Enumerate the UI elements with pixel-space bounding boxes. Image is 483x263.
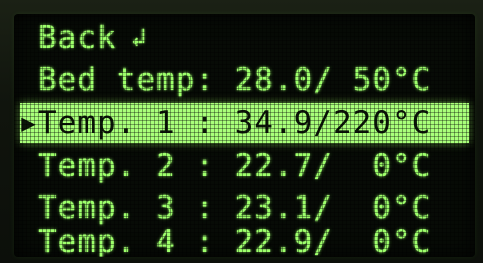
menu-item-temp-2[interactable]: Temp. 2 : 22.7/ 0 °C <box>20 146 469 186</box>
return-arrow-icon: ↲ <box>130 23 148 53</box>
item-label: Temp. 4 <box>38 224 196 257</box>
item-label: Temp. 2 <box>38 148 196 184</box>
target-temp: 50 <box>332 62 392 98</box>
current-temp: 28.0 <box>234 62 314 98</box>
item-separator: : <box>195 224 235 257</box>
temp-unit: °C <box>391 190 432 226</box>
temp-unit: °C <box>391 105 432 141</box>
target-temp: 220 <box>332 105 392 141</box>
temp-unit: °C <box>391 148 432 184</box>
item-label: Temp. 3 <box>38 190 196 226</box>
current-temp: 34.9 <box>234 105 314 141</box>
menu-item-temp-4[interactable]: Temp. 4 : 22.9/ 0 °C <box>20 222 469 257</box>
temp-unit: °C <box>391 224 432 257</box>
slash: / <box>313 62 333 98</box>
item-separator: : <box>195 62 235 98</box>
target-temp: 0 <box>332 148 392 184</box>
temp-unit: °C <box>391 62 432 98</box>
target-temp: 0 <box>332 224 392 257</box>
selection-cursor-icon: ▶ <box>21 109 37 137</box>
menu-item-back[interactable]: Back ↲ <box>20 18 469 58</box>
slash: / <box>313 224 333 257</box>
slash: / <box>313 190 333 226</box>
lcd-screen: Back ↲ Bed temp: 28.0/ 50 °C ▶ Temp. 1 : … <box>14 14 475 257</box>
item-label: Temp. 1 <box>38 105 196 141</box>
current-temp: 23.1 <box>234 190 314 226</box>
current-temp: 22.9 <box>234 224 314 257</box>
item-separator: : <box>195 190 235 226</box>
target-temp: 0 <box>332 190 392 226</box>
current-temp: 22.7 <box>234 148 314 184</box>
slash: / <box>313 148 333 184</box>
item-separator: : <box>195 148 235 184</box>
item-separator: : <box>195 105 235 141</box>
back-label: Back <box>38 20 117 56</box>
menu-item-bed-temp[interactable]: Bed temp: 28.0/ 50 °C <box>20 60 469 100</box>
menu-item-temp-1[interactable]: ▶ Temp. 1 : 34.9/220 °C <box>20 103 469 143</box>
item-label: Bed temp <box>38 62 196 98</box>
slash: / <box>313 105 333 141</box>
